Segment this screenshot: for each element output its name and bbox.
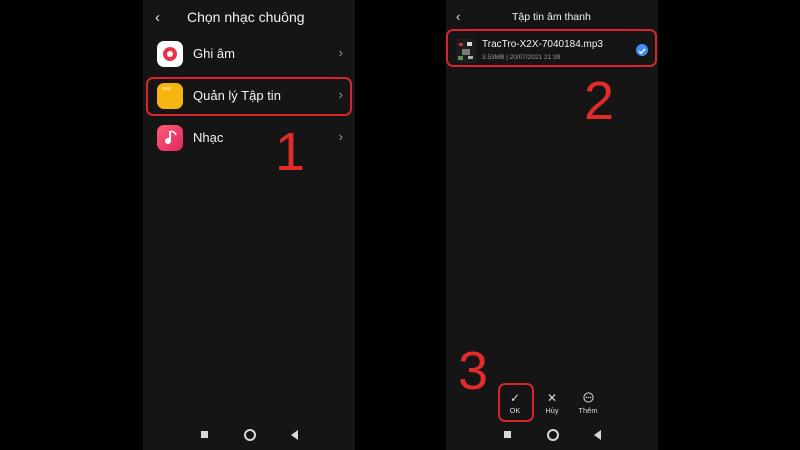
menu-item-label: Nhạc xyxy=(193,130,224,145)
back-icon[interactable]: ‹ xyxy=(155,10,160,25)
chevron-right-icon: › xyxy=(338,129,343,144)
recents-icon[interactable] xyxy=(504,431,511,438)
step-number: 3 xyxy=(458,341,489,401)
step-number: 2 xyxy=(584,71,615,131)
page-title: Tập tin âm thanh xyxy=(512,11,591,23)
navigation-bar xyxy=(143,428,355,442)
back-triangle-icon[interactable] xyxy=(594,430,601,440)
home-icon[interactable] xyxy=(244,429,256,441)
back-icon[interactable]: ‹ xyxy=(456,10,460,23)
menu-item-label: Ghi âm xyxy=(193,46,235,61)
highlight-box xyxy=(498,383,534,422)
audio-files-screen: ‹ Tập tin âm thanh TracTro-X2X-7040184.m… xyxy=(446,0,658,450)
navigation-bar xyxy=(446,428,658,442)
menu-item-recorder[interactable]: Ghi âm › xyxy=(143,38,355,70)
more-icon xyxy=(574,392,602,405)
recents-icon[interactable] xyxy=(201,431,208,438)
close-icon: ✕ xyxy=(546,391,558,405)
ringtone-picker-screen: ‹ Chọn nhạc chuông Ghi âm › Quản lý Tập … xyxy=(143,0,355,450)
home-icon[interactable] xyxy=(547,429,559,441)
music-icon xyxy=(157,125,183,151)
more-label: Thêm xyxy=(578,406,598,415)
cancel-button[interactable]: ✕ Hủy xyxy=(538,392,566,415)
step-number: 1 xyxy=(275,122,306,182)
highlight-box xyxy=(146,77,352,116)
back-triangle-icon[interactable] xyxy=(291,430,298,440)
page-title: Chọn nhạc chuông xyxy=(187,9,305,25)
menu-item-music[interactable]: Nhạc › xyxy=(143,122,355,154)
cancel-label: Hủy xyxy=(545,406,559,415)
highlight-box xyxy=(446,29,657,67)
recorder-icon xyxy=(157,41,183,67)
more-button[interactable]: Thêm xyxy=(574,392,602,415)
chevron-right-icon: › xyxy=(338,45,343,60)
